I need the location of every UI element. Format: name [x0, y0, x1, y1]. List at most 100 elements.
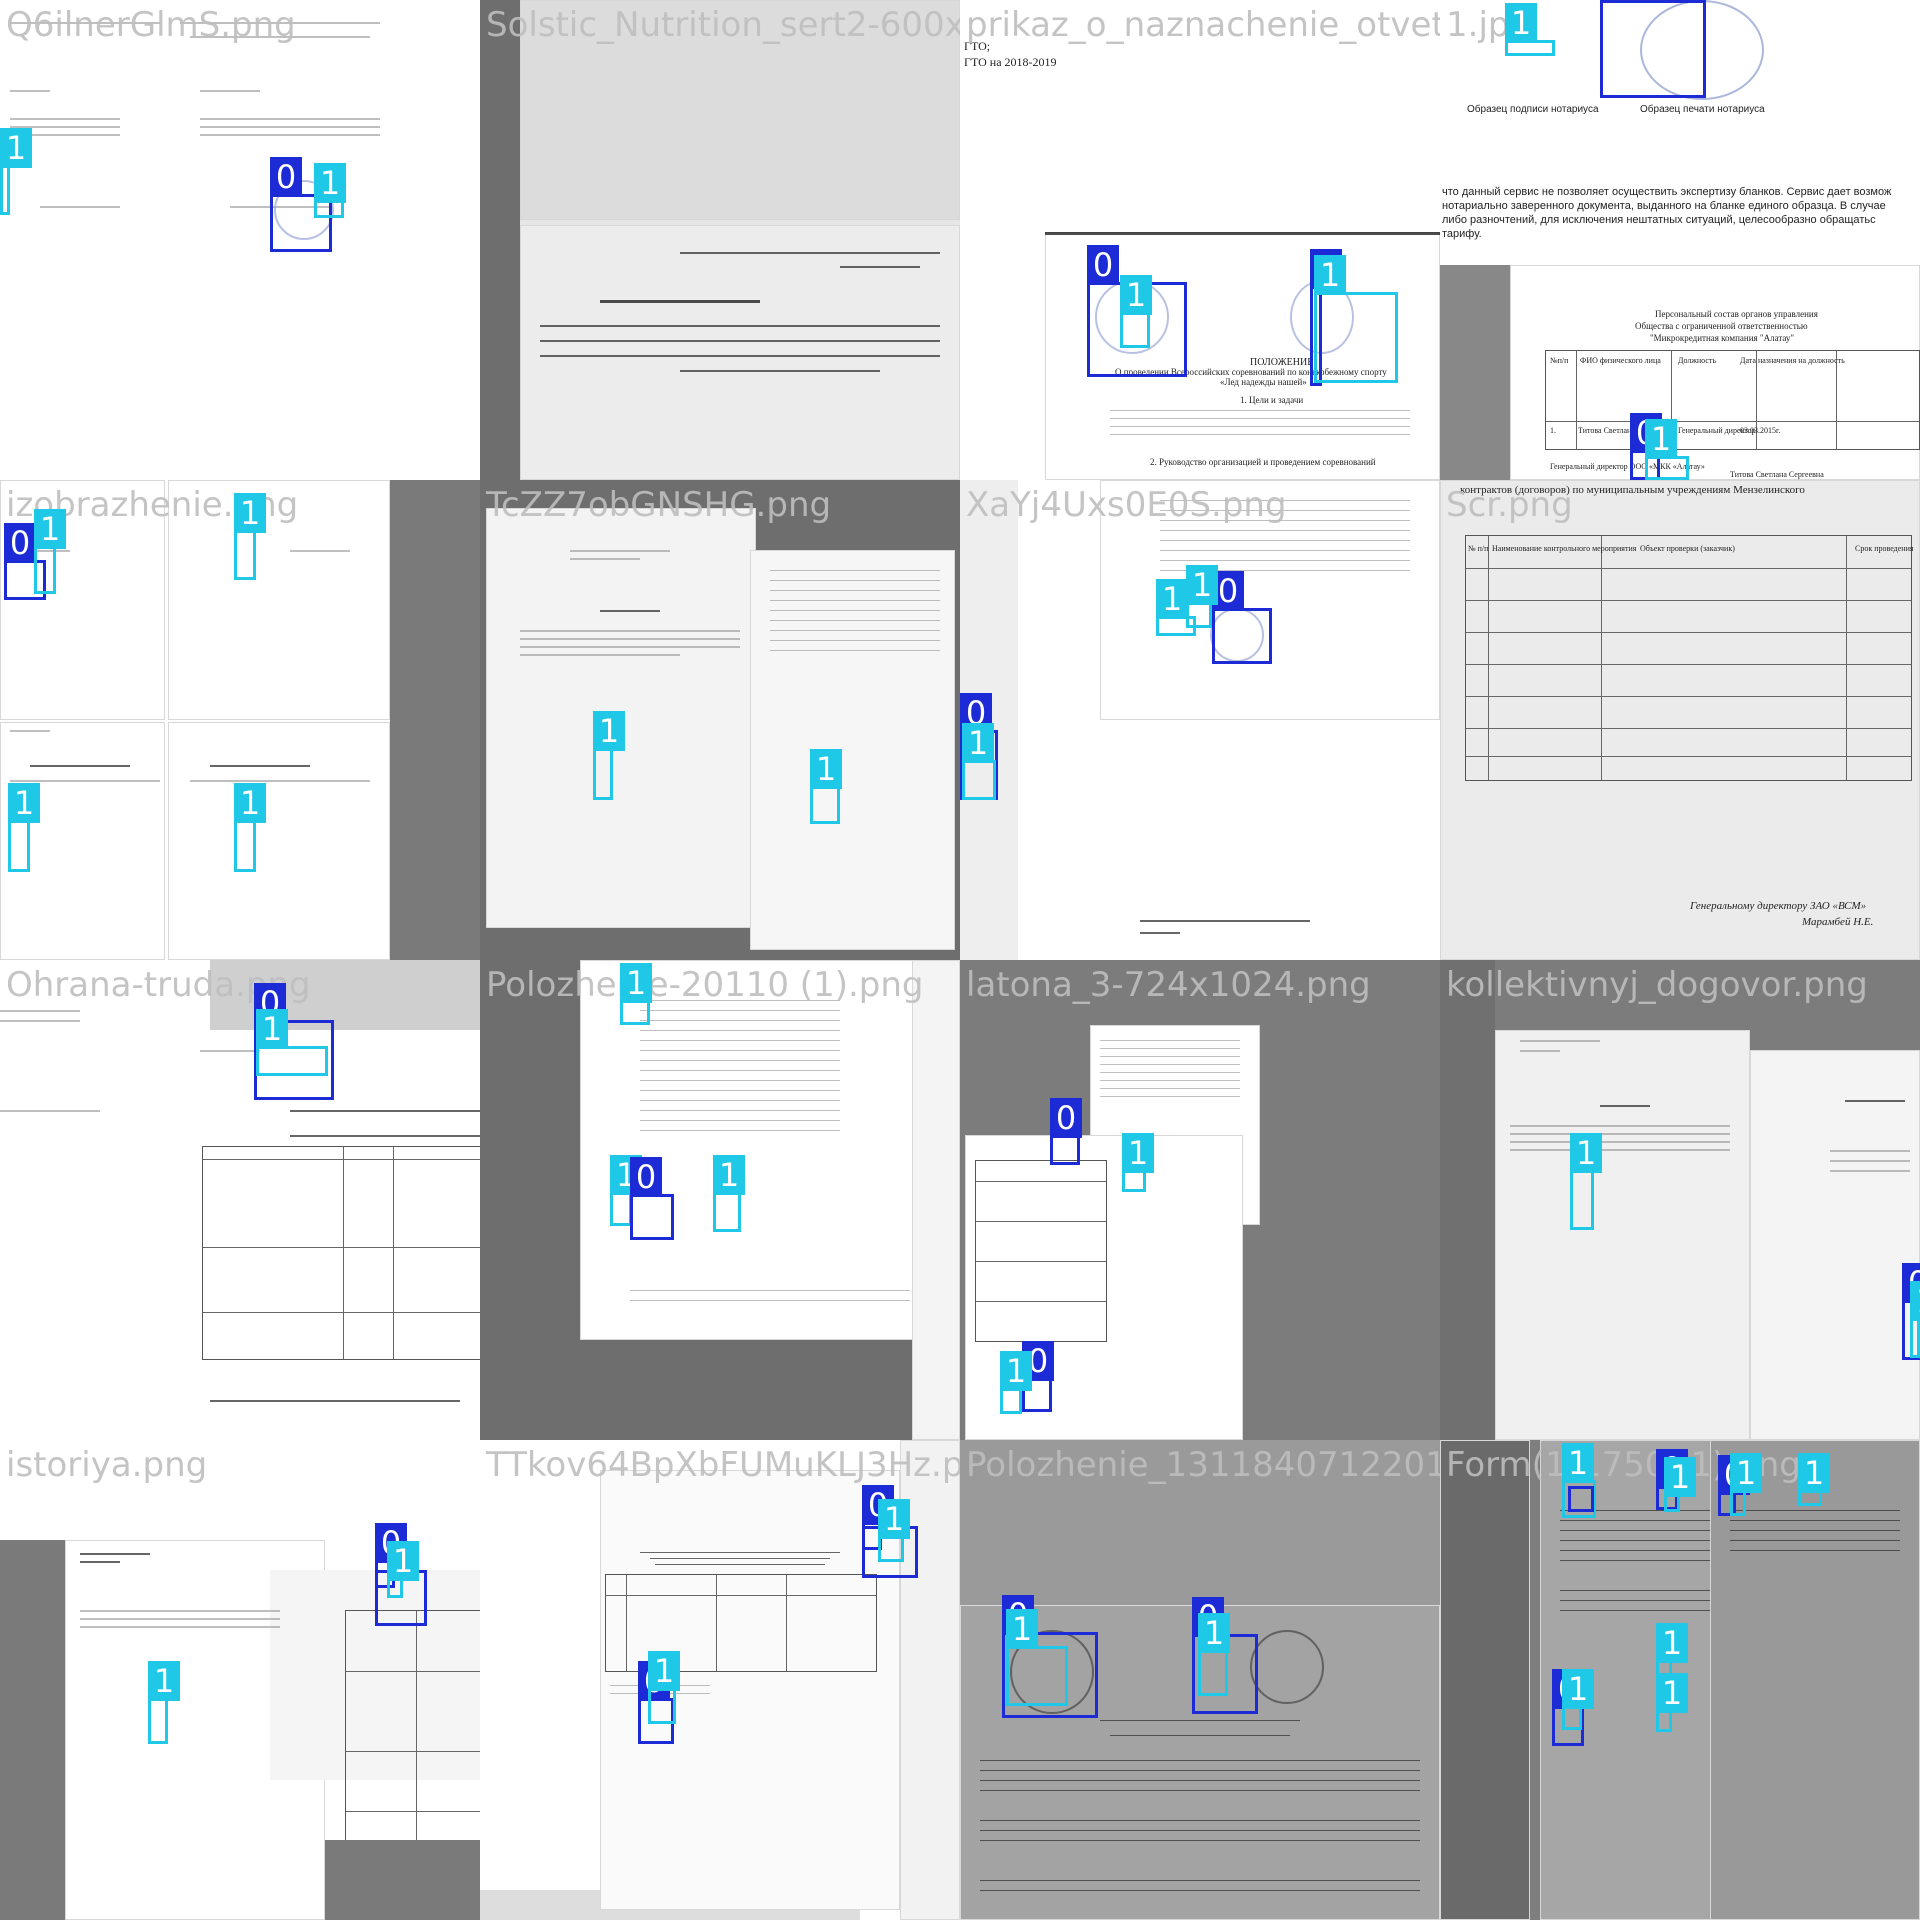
tile-filename: Q6ilnerGlmS.png: [6, 5, 296, 45]
class-label: 1: [234, 493, 266, 533]
class-label: 1: [1186, 565, 1218, 605]
detection-box-signature: 1: [648, 1651, 680, 1724]
detection-box-stamp: 0: [1050, 1098, 1082, 1165]
tile-filename: XaYj4Uxs0E0S.png: [966, 485, 1287, 525]
table-header: Наименование контрольного мероприятия: [1492, 544, 1637, 553]
class-label: 1: [8, 783, 40, 823]
detection-box-stamp: [1568, 1486, 1594, 1512]
detection-box-signature: 1: [1120, 275, 1152, 348]
class-label: 1: [1562, 1443, 1594, 1483]
tile-4: izobrazhenie.png 0 1 1 1 1: [0, 480, 480, 960]
class-label: 1: [0, 128, 32, 168]
detection-box-signature: 1: [1910, 1281, 1920, 1358]
class-label: 1: [1000, 1351, 1032, 1391]
class-label: 0: [4, 523, 36, 563]
detection-box-signature: 1: [1562, 1669, 1594, 1730]
class-label: 1: [234, 783, 266, 823]
class-label: 1: [1156, 579, 1188, 619]
class-label: 1: [1798, 1453, 1830, 1493]
tile-filename: Polozhenie-20110 (1).png: [486, 965, 924, 1005]
detection-box-signature: 1: [387, 1541, 419, 1598]
tile-9: Polozhenie-20110 (1).png 1 1 0 1: [480, 960, 960, 1440]
table: [975, 1160, 1107, 1342]
detection-box-signature: 1: [878, 1499, 910, 1562]
class-label: 1: [962, 723, 994, 763]
tile-1: Solstic_Nutrition_sert2-600x600.png: [480, 0, 960, 480]
table-header: №п/п: [1550, 356, 1569, 365]
tile-0: Q6ilnerGlmS.png 1 0 1: [0, 0, 480, 480]
doc-footer: Генеральному директору ЗАО «ВСМ»: [1690, 900, 1867, 912]
tile-filename: Scr.png: [1446, 485, 1573, 525]
paragraph: нотариально заверенного документа, выдан…: [1442, 200, 1886, 212]
class-label: 0: [1087, 245, 1119, 285]
heading: "Микрокредитная компания "Алатау": [1650, 333, 1795, 343]
doc-text: «Лед надежды нашей»: [1220, 377, 1307, 387]
table-header: Должность: [1678, 356, 1717, 365]
detection-box-signature: 1: [1198, 1613, 1230, 1696]
detection-box-signature: 1: [1505, 3, 1555, 56]
class-label: 1: [256, 1009, 288, 1049]
detection-box-signature: 1: [610, 1155, 642, 1226]
class-label: 1: [1198, 1613, 1230, 1653]
paragraph: либо разночтений, для исключения нештатн…: [1442, 214, 1876, 226]
detection-box-signature: 1: [234, 783, 266, 872]
detection-box-signature: 1: [314, 163, 346, 218]
doc-text: 1. Цели и задачи: [1240, 395, 1304, 405]
tile-filename: Polozhenie_13118407122015-GTO.png: [966, 1445, 1440, 1485]
detection-box-signature: 1: [148, 1661, 180, 1744]
detection-box-stamp: 0: [1212, 571, 1272, 664]
class-label: 1: [314, 163, 346, 203]
class-label: 1: [713, 1155, 745, 1195]
tile-filename: kollektivnyj_dogovor.png: [1446, 965, 1868, 1005]
detection-box-signature: 1: [8, 783, 40, 872]
detection-box-signature: 1: [593, 711, 625, 800]
tile-8: Ohrana-truda.png 0 1: [0, 960, 480, 1440]
detection-mosaic: Q6ilnerGlmS.png 1 0 1 Solstic_Nutrition_…: [0, 0, 1920, 1920]
class-label: 1: [1910, 1281, 1920, 1321]
tile-filename: TTkov64BpXbFUMuKLJ3Hz.png: [486, 1445, 960, 1485]
detection-box-signature: 1: [1156, 579, 1196, 636]
table-header: Объект проверки (заказчик): [1640, 544, 1735, 553]
tile-filename: prikaz_o_naznachenie_otvetstvennogo_lica…: [966, 5, 1440, 45]
table-cell: 1.: [1550, 426, 1556, 435]
detection-box-signature: 1: [34, 509, 66, 594]
detection-box-signature: 1: [1122, 1133, 1154, 1192]
tile-7: контрактов (договоров) по муниципальным …: [1440, 480, 1920, 960]
class-label: 0: [1050, 1098, 1082, 1138]
detection-box-signature: 1: [810, 749, 842, 824]
detection-box-signature: 1: [256, 1009, 328, 1076]
class-label: 1: [648, 1651, 680, 1691]
tile-15: Form(1)1750 (1).png 1 0 1 0 1 1 1 1 0 1: [1440, 1440, 1920, 1920]
class-label: 1: [810, 749, 842, 789]
detection-box-signature: 1: [1656, 1673, 1688, 1732]
class-label: 1: [1122, 1133, 1154, 1173]
detection-box-signature: 1: [234, 493, 266, 580]
class-label: 1: [1006, 1609, 1038, 1649]
doc-text: 2. Руководство организацией и проведение…: [1150, 457, 1376, 467]
table: [605, 1574, 877, 1672]
class-label: 1: [387, 1541, 419, 1581]
caption: Образец подписи нотариуса: [1467, 104, 1599, 115]
tile-11: kollektivnyj_dogovor.png 1 0 1: [1440, 960, 1920, 1440]
doc-footer: Марамбей Н.Е.: [1802, 916, 1874, 928]
tile-filename: Solstic_Nutrition_sert2-600x600.png: [486, 5, 960, 45]
table-header: № п/п: [1468, 544, 1489, 553]
tile-10: latona_3-724x1024.png 0 1 0 1: [960, 960, 1440, 1440]
class-label: 1: [1656, 1673, 1688, 1713]
tile-6: XaYj4Uxs0E0S.png 0 1 1 0 1: [960, 480, 1440, 960]
tile-12: istoriya.png 0 1 1: [0, 1440, 480, 1920]
class-label: 1: [1664, 1457, 1696, 1497]
tile-3: Образец подписи нотариуса Образец печати…: [1440, 0, 1920, 480]
tile-filename: istoriya.png: [6, 1445, 208, 1485]
paragraph: что данный сервис не позволяет осуществи…: [1442, 186, 1892, 198]
class-label: 1: [1730, 1453, 1762, 1493]
class-label: 1: [1505, 3, 1537, 43]
class-label: 1: [1314, 255, 1346, 295]
paragraph: тарифу.: [1442, 228, 1482, 240]
tile-filename: TcZZ7obGNSHG.png: [486, 485, 832, 525]
tile-5: TcZZ7obGNSHG.png 1 1: [480, 480, 960, 960]
detection-box-signature: 1: [1645, 419, 1689, 480]
detection-box-signature: 1: [1570, 1133, 1602, 1230]
class-label: 1: [148, 1661, 180, 1701]
detection-box-signature: 1: [0, 128, 32, 215]
